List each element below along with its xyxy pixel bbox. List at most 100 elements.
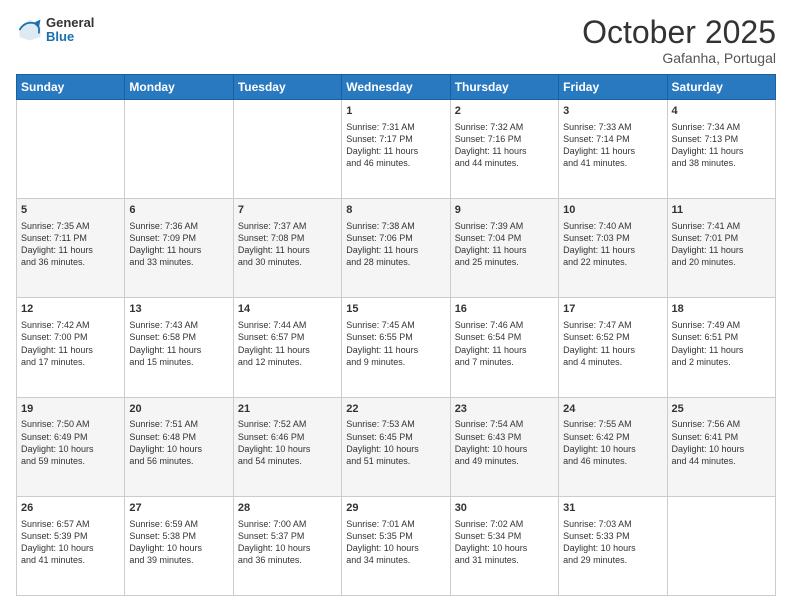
calendar-table: SundayMondayTuesdayWednesdayThursdayFrid…: [16, 74, 776, 596]
calendar-cell: 9 Sunrise: 7:39 AMSunset: 7:04 PMDaylight…: [450, 199, 558, 298]
calendar-cell: 14Sunrise: 7:44 AMSunset: 6:57 PMDayligh…: [233, 298, 341, 397]
calendar-cell: 8Sunrise: 7:38 AMSunset: 7:06 PMDaylight…: [342, 199, 450, 298]
day-info: Daylight: 10 hours: [455, 542, 554, 554]
day-info: Sunset: 6:42 PM: [563, 431, 662, 443]
day-info: Daylight: 10 hours: [238, 542, 337, 554]
day-info: Daylight: 11 hours: [129, 244, 228, 256]
day-info: and 2 minutes.: [672, 356, 771, 368]
calendar-cell: 13Sunrise: 7:43 AMSunset: 6:58 PMDayligh…: [125, 298, 233, 397]
day-info: Sunrise: 7:47 AM: [563, 319, 662, 331]
day-header-saturday: Saturday: [667, 75, 775, 100]
day-info: Daylight: 11 hours: [672, 145, 771, 157]
day-info: Sunrise: 7:39 AM: [455, 220, 554, 232]
calendar-cell: 21Sunrise: 7:52 AMSunset: 6:46 PMDayligh…: [233, 397, 341, 496]
day-info: Sunrise: 7:37 AM: [238, 220, 337, 232]
day-number: 25: [672, 402, 771, 417]
day-header-monday: Monday: [125, 75, 233, 100]
day-info: Daylight: 11 hours: [455, 344, 554, 356]
day-info: Sunset: 6:54 PM: [455, 331, 554, 343]
day-info: Daylight: 11 hours: [346, 145, 445, 157]
day-number: 1: [346, 104, 445, 119]
calendar-cell: 23Sunrise: 7:54 AMSunset: 6:43 PMDayligh…: [450, 397, 558, 496]
day-number: 17: [563, 302, 662, 317]
day-info: Sunrise: 7:52 AM: [238, 418, 337, 430]
day-info: and 25 minutes.: [455, 256, 554, 268]
day-info: Daylight: 11 hours: [455, 244, 554, 256]
calendar-cell: 28Sunrise: 7:00 AMSunset: 5:37 PMDayligh…: [233, 496, 341, 595]
day-info: Sunrise: 7:53 AM: [346, 418, 445, 430]
day-info: Sunrise: 7:42 AM: [21, 319, 120, 331]
day-number: 30: [455, 501, 554, 516]
day-info: Sunrise: 7:03 AM: [563, 518, 662, 530]
day-info: Sunset: 7:04 PM: [455, 232, 554, 244]
day-info: and 36 minutes.: [21, 256, 120, 268]
calendar-cell: 4Sunrise: 7:34 AMSunset: 7:13 PMDaylight…: [667, 100, 775, 199]
day-info: and 38 minutes.: [672, 157, 771, 169]
day-info: Sunset: 6:57 PM: [238, 331, 337, 343]
day-info: and 44 minutes.: [672, 455, 771, 467]
day-number: 19: [21, 402, 120, 417]
day-info: and 49 minutes.: [455, 455, 554, 467]
day-info: and 12 minutes.: [238, 356, 337, 368]
day-info: and 31 minutes.: [455, 554, 554, 566]
day-number: 12: [21, 302, 120, 317]
day-info: Sunrise: 7:32 AM: [455, 121, 554, 133]
day-info: Sunset: 6:55 PM: [346, 331, 445, 343]
day-info: Sunset: 5:38 PM: [129, 530, 228, 542]
day-number: 11: [672, 203, 771, 218]
day-info: Sunset: 6:45 PM: [346, 431, 445, 443]
day-info: Sunset: 7:09 PM: [129, 232, 228, 244]
day-number: 4: [672, 104, 771, 119]
day-info: Sunrise: 7:33 AM: [563, 121, 662, 133]
day-info: Sunrise: 6:57 AM: [21, 518, 120, 530]
day-info: Sunset: 5:34 PM: [455, 530, 554, 542]
day-number: 9: [455, 203, 554, 218]
day-info: Sunrise: 7:51 AM: [129, 418, 228, 430]
day-number: 10: [563, 203, 662, 218]
calendar-week-row: 1Sunrise: 7:31 AMSunset: 7:17 PMDaylight…: [17, 100, 776, 199]
day-header-thursday: Thursday: [450, 75, 558, 100]
day-info: Daylight: 11 hours: [455, 145, 554, 157]
logo-general-text: General: [46, 16, 94, 30]
day-info: Sunrise: 7:01 AM: [346, 518, 445, 530]
day-info: Daylight: 11 hours: [21, 244, 120, 256]
day-info: and 59 minutes.: [21, 455, 120, 467]
day-info: Sunrise: 7:50 AM: [21, 418, 120, 430]
day-info: and 41 minutes.: [563, 157, 662, 169]
day-info: and 9 minutes.: [346, 356, 445, 368]
calendar-cell: 10Sunrise: 7:40 AMSunset: 7:03 PMDayligh…: [559, 199, 667, 298]
day-info: Sunrise: 7:55 AM: [563, 418, 662, 430]
day-number: 18: [672, 302, 771, 317]
day-number: 21: [238, 402, 337, 417]
day-info: Sunset: 5:39 PM: [21, 530, 120, 542]
day-info: Sunrise: 7:02 AM: [455, 518, 554, 530]
day-info: and 51 minutes.: [346, 455, 445, 467]
day-number: 22: [346, 402, 445, 417]
calendar-cell: 25Sunrise: 7:56 AMSunset: 6:41 PMDayligh…: [667, 397, 775, 496]
day-info: Sunset: 6:52 PM: [563, 331, 662, 343]
day-info: Sunset: 7:14 PM: [563, 133, 662, 145]
header: General Blue October 2025 Gafanha, Portu…: [16, 16, 776, 66]
calendar-week-row: 12Sunrise: 7:42 AMSunset: 7:00 PMDayligh…: [17, 298, 776, 397]
day-info: Daylight: 11 hours: [563, 344, 662, 356]
calendar-cell: 29Sunrise: 7:01 AMSunset: 5:35 PMDayligh…: [342, 496, 450, 595]
day-number: 7: [238, 203, 337, 218]
day-info: and 28 minutes.: [346, 256, 445, 268]
day-info: Daylight: 10 hours: [455, 443, 554, 455]
day-info: Sunrise: 7:56 AM: [672, 418, 771, 430]
day-info: Daylight: 10 hours: [346, 443, 445, 455]
calendar-cell: 17 Sunrise: 7:47 AMSunset: 6:52 PMDayligh…: [559, 298, 667, 397]
day-info: Sunset: 7:16 PM: [455, 133, 554, 145]
day-info: Sunset: 6:49 PM: [21, 431, 120, 443]
day-number: 13: [129, 302, 228, 317]
logo-text: General Blue: [46, 16, 94, 45]
day-info: Daylight: 11 hours: [238, 344, 337, 356]
calendar-week-row: 26Sunrise: 6:57 AMSunset: 5:39 PMDayligh…: [17, 496, 776, 595]
day-number: 31: [563, 501, 662, 516]
calendar-cell: 11Sunrise: 7:41 AMSunset: 7:01 PMDayligh…: [667, 199, 775, 298]
day-info: and 56 minutes.: [129, 455, 228, 467]
day-number: 8: [346, 203, 445, 218]
calendar-cell: [125, 100, 233, 199]
day-info: Daylight: 10 hours: [563, 443, 662, 455]
day-number: 3: [563, 104, 662, 119]
